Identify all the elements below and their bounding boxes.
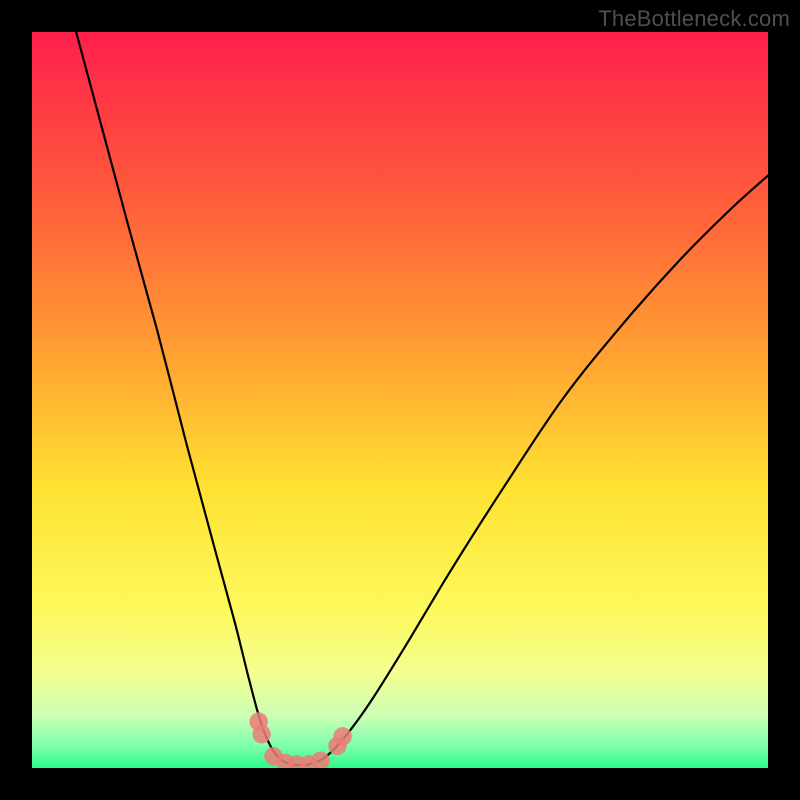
- gradient-background: [32, 32, 768, 768]
- bottleneck-marker: [252, 725, 270, 743]
- watermark-text: TheBottleneck.com: [598, 6, 790, 32]
- bottleneck-chart: [32, 32, 768, 768]
- chart-frame: [32, 32, 768, 768]
- bottleneck-marker: [333, 727, 351, 745]
